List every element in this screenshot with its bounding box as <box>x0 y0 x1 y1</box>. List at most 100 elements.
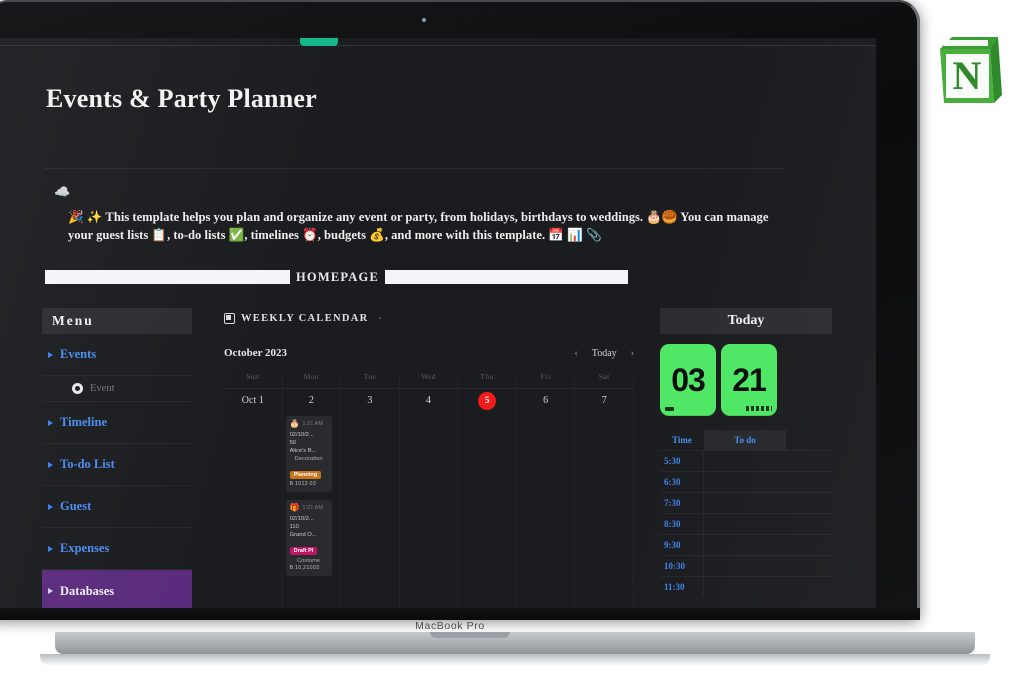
today-button[interactable]: Today <box>592 348 617 359</box>
row-todo[interactable] <box>704 472 832 492</box>
flip-card-pips <box>746 406 772 411</box>
homepage-bar-left <box>45 270 290 284</box>
event-category: Costume <box>296 558 321 564</box>
chevron-right-icon <box>48 588 53 594</box>
chevron-right-icon <box>48 351 53 358</box>
calendar-cell[interactable] <box>575 412 634 608</box>
calendar-toolbar: October 2023 ‹ Today › <box>224 344 634 362</box>
row-todo[interactable] <box>704 535 832 555</box>
screenshot-stage: Events & Party Planner ☁️ 🎉 ✨ This templ… <box>0 0 1024 683</box>
event-status-badge: Planning <box>289 471 322 479</box>
svg-text:N: N <box>953 53 982 98</box>
homepage-bar-right <box>384 270 628 284</box>
row-todo[interactable] <box>704 577 832 597</box>
day-header: Mon <box>283 372 342 388</box>
laptop-base-shadow <box>40 654 990 666</box>
cake-icon: 🎂 <box>289 419 300 428</box>
day-number-today[interactable]: 5 <box>458 388 517 412</box>
flip-card-pip <box>665 407 674 411</box>
calendar-day-headers: Sun Mon Tue Wed Thu Fri Sat Oct 1 2 3 4 <box>224 372 634 412</box>
calendar-cells: 🎂 1:21 AM 02/10/2... 50 Alice's B... Dec… <box>224 412 634 608</box>
day-number[interactable]: Oct 1 <box>224 388 283 412</box>
calendar-nav: ‹ Today › <box>574 348 634 359</box>
event-card[interactable]: 🎁 1:21 AM 02/10/2... 110 Grand O... Draf… <box>285 500 332 576</box>
page-title: Events & Party Planner <box>46 84 317 113</box>
calendar-title-dash: - <box>378 312 382 324</box>
table-row[interactable]: 8:30 <box>660 513 832 534</box>
sidebar-item-guest[interactable]: Guest <box>42 486 192 528</box>
row-time: 10:30 <box>660 556 704 576</box>
calendar-cell[interactable] <box>458 412 517 608</box>
table-row[interactable]: 10:30 <box>660 555 832 576</box>
event-time: 1:21 AM <box>302 421 323 427</box>
table-row[interactable]: 6:30 <box>660 471 832 492</box>
homepage-divider: HOMEPAGE <box>45 269 628 284</box>
laptop-base <box>55 632 975 654</box>
event-card-header: 🎂 1:21 AM <box>290 420 328 428</box>
day-header: Thu <box>458 372 517 388</box>
browser-tab-indicator[interactable] <box>300 38 338 46</box>
flip-card-day: 03 <box>660 344 716 416</box>
event-date: 02/10/2... <box>289 432 314 438</box>
sidebar-item-label: Timeline <box>60 415 107 429</box>
day-header: Sat <box>575 372 634 388</box>
row-todo[interactable] <box>704 493 832 513</box>
event-count: 50 <box>289 440 297 446</box>
row-time: 7:30 <box>660 493 704 513</box>
calendar-cell[interactable] <box>341 412 400 608</box>
sidebar-item-todo-list[interactable]: To-do List <box>42 444 192 486</box>
sidebar-item-timeline[interactable]: Timeline <box>42 402 192 444</box>
table-row[interactable]: 7:30 <box>660 492 832 513</box>
event-card[interactable]: 🎂 1:21 AM 02/10/2... 50 Alice's B... Dec… <box>285 416 332 492</box>
flip-card-month-value: 21 <box>732 361 767 398</box>
row-time: 8:30 <box>660 514 704 534</box>
calendar-title: WEEKLY CALENDAR <box>241 312 369 324</box>
chevron-right-icon <box>48 461 53 468</box>
row-time: 11:30 <box>660 577 704 597</box>
calendar-cell-with-events[interactable]: 🎂 1:21 AM 02/10/2... 50 Alice's B... Dec… <box>283 412 342 608</box>
homepage-label: HOMEPAGE <box>296 269 379 284</box>
table-row[interactable]: 5:30 <box>660 450 832 471</box>
row-todo[interactable] <box>704 556 832 576</box>
sidebar-item-label: Events <box>60 347 97 361</box>
sidebar-item-events[interactable]: Events <box>42 334 192 376</box>
title-divider <box>45 168 785 169</box>
day-number[interactable]: 3 <box>341 388 400 412</box>
today-table-header: Time To do <box>660 430 832 450</box>
menu-header: Menu <box>42 308 192 334</box>
calendar-cell[interactable] <box>517 412 576 608</box>
event-status-badge: Draft Pl <box>289 547 318 555</box>
notion-page: Events & Party Planner ☁️ 🎉 ✨ This templ… <box>0 46 876 608</box>
event-count: 110 <box>289 524 299 530</box>
event-category: Decoration <box>294 456 323 462</box>
column-header-todo[interactable]: To do <box>704 430 786 450</box>
column-header-time[interactable]: Time <box>660 430 704 450</box>
event-name: Alice's B... <box>289 448 317 454</box>
table-row[interactable]: 11:30 <box>660 576 832 597</box>
table-row[interactable]: 9:30 <box>660 534 832 555</box>
sidebar-item-label: Databases <box>60 583 115 598</box>
calendar-cell[interactable] <box>400 412 459 608</box>
sidebar-item-expenses[interactable]: Expenses <box>42 528 192 570</box>
day-header: Tue <box>341 372 400 388</box>
sidebar-subitem-event[interactable]: Event <box>42 376 192 402</box>
day-number[interactable]: 6 <box>516 388 576 412</box>
flip-clock: 03 21 <box>660 344 832 416</box>
next-week-button[interactable]: › <box>631 348 634 359</box>
screen-top-divider <box>0 45 876 46</box>
prev-week-button[interactable]: ‹ <box>574 348 577 359</box>
calendar-icon <box>224 312 235 324</box>
day-number[interactable]: 4 <box>399 388 459 412</box>
sidebar-item-label: To-do List <box>60 457 115 471</box>
sidebar-item-databases[interactable]: Databases <box>42 570 192 608</box>
day-header: Wed <box>400 372 459 388</box>
event-time: 1:21 AM <box>302 505 323 511</box>
day-number[interactable]: 7 <box>575 388 634 412</box>
day-number[interactable]: 2 <box>282 388 342 412</box>
calendar-cell[interactable] <box>224 412 283 608</box>
event-date: 02/10/2... <box>289 516 314 522</box>
row-todo[interactable] <box>704 451 832 471</box>
row-todo[interactable] <box>704 514 832 534</box>
event-name: Grand O... <box>289 532 317 538</box>
flip-card-month: 21 <box>721 344 777 416</box>
